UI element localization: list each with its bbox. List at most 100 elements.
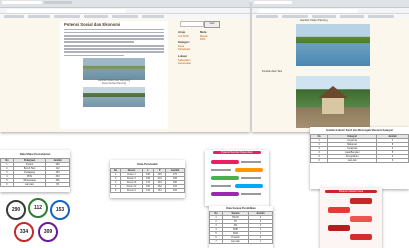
gazebo-base bbox=[322, 98, 344, 114]
bookmark[interactable] bbox=[142, 15, 164, 18]
table-title: Data Penduduk bbox=[137, 162, 158, 166]
stat-circle: 112 bbox=[28, 198, 48, 218]
industry-table: No Kategori Jumlah 1 Anyaman 4 2 Makanan 8 3 Keraj… bbox=[310, 134, 409, 163]
sidebar-section: Arsip Juli 2019 bbox=[178, 30, 218, 39]
infographic-text-line bbox=[211, 169, 231, 171]
infographic-ribbon bbox=[211, 176, 239, 180]
sidebar-link[interactable]: Kecamatan bbox=[178, 62, 218, 66]
bookmark[interactable] bbox=[368, 15, 394, 18]
table-cell: Lain-lain bbox=[12, 182, 47, 187]
right-browser-window: Gambar Kolam Pancing Pondok Akar Tani bbox=[252, 0, 409, 132]
bookmark[interactable] bbox=[84, 15, 108, 18]
infographic-text-line bbox=[241, 177, 261, 179]
sidebar-section: Lokasi Kabupaten Kecamatan bbox=[178, 54, 218, 66]
article-paragraph bbox=[64, 28, 164, 43]
population-table-card: Data Penduduk No Dusun L P Jumlah 1 Dusun I 230… bbox=[110, 160, 185, 198]
infographic-title: Potensi Industri Kecil bbox=[325, 190, 377, 193]
table-row: 5 Dusun V 143 151 294 bbox=[110, 188, 185, 193]
education-table: No Sarana Jumlah 1 PAUD 2 2 TK 3 3 SD 4 4 SMP 1 5 SMA 1 6 P… bbox=[209, 211, 273, 244]
bookmark[interactable] bbox=[340, 15, 364, 18]
table-cell: 294 bbox=[165, 188, 185, 193]
table-cell: 1 bbox=[247, 239, 273, 244]
infographic-chip bbox=[350, 234, 372, 240]
table-cell: 95 bbox=[45, 182, 70, 187]
gazebo-photo bbox=[296, 76, 370, 128]
bookmark[interactable] bbox=[54, 15, 80, 18]
search-field[interactable] bbox=[180, 21, 204, 27]
table-cell: 6 bbox=[376, 158, 409, 163]
pond-photo bbox=[83, 58, 145, 81]
sidebar-section: Kategori Desa Pariwisata bbox=[178, 41, 218, 52]
table-cell: 151 bbox=[153, 188, 166, 193]
article: Potensi Sosial dan Ekonomi Gambar Kolam … bbox=[60, 21, 168, 129]
infographic-ribbon bbox=[235, 184, 263, 188]
bookmark[interactable] bbox=[282, 15, 308, 18]
sidebar-link[interactable]: Juli 2019 bbox=[178, 35, 218, 39]
table-row: 6 Lain-lain 95 bbox=[0, 182, 70, 187]
table-cell: 7 bbox=[209, 239, 224, 244]
article-title: Potensi Sosial dan Ekonomi bbox=[64, 22, 121, 27]
table-title: Data Mata Pencaharian bbox=[19, 152, 51, 156]
browser-tab[interactable] bbox=[2, 1, 42, 4]
photo-label: Gambar Kolam Pancing bbox=[300, 19, 328, 22]
table-cell: Lain-lain bbox=[327, 158, 378, 163]
table-cell: 5 bbox=[110, 188, 122, 193]
stat-circle: 334 bbox=[14, 222, 34, 242]
sidebar-link[interactable]: Pariwisata bbox=[178, 48, 218, 52]
infographic-ribbon bbox=[211, 160, 239, 164]
infographic-title: Potensi Sumber Daya Alam bbox=[213, 151, 261, 154]
sidebar-section: Meta Masuk RSS bbox=[200, 30, 208, 42]
infographic-text-line bbox=[241, 161, 261, 163]
stat-circle: 153 bbox=[50, 200, 70, 220]
table-row: 7 Lain-lain 1 bbox=[209, 239, 273, 244]
infographic-chip bbox=[350, 198, 372, 204]
bookmark[interactable] bbox=[256, 15, 278, 18]
livelihood-table: No Pekerjaan Jumlah 1 Petani 290 2 Buruh Tani 11… bbox=[0, 158, 70, 187]
fishing-pond-photo bbox=[296, 24, 370, 66]
table-cell: 6 bbox=[0, 182, 14, 187]
natural-resources-infographic: Potensi Sumber Daya Alam bbox=[205, 150, 269, 206]
search-button[interactable]: Cari bbox=[204, 21, 220, 28]
browser-tab-strip bbox=[252, 0, 409, 8]
photo-label: Pondok Akar Tani bbox=[262, 70, 283, 73]
table-title: Jumlah Industri Kecil dan Menengah Menur… bbox=[325, 129, 394, 132]
table-cell: 6 bbox=[310, 158, 329, 163]
sidebar-sections: Arsip Juli 2019 Kategori Desa Pariwisata… bbox=[178, 30, 218, 69]
bookmark[interactable] bbox=[112, 15, 138, 18]
circle-infographic: 290 112 153 334 309 bbox=[0, 192, 80, 248]
lake-photo bbox=[83, 86, 145, 107]
population-table: No Dusun L P Jumlah 1 Dusun I 230 245 475 2 Dusun I… bbox=[110, 168, 185, 193]
article-paragraph bbox=[64, 44, 164, 57]
infographic-chip bbox=[328, 207, 350, 213]
gazebo-roof bbox=[318, 86, 348, 98]
infographic-text-line bbox=[211, 185, 231, 187]
browser-tab[interactable] bbox=[254, 1, 292, 4]
infographic-ribbon bbox=[235, 168, 263, 172]
industry-infographic: Potensi Industri Kecil bbox=[320, 188, 382, 248]
infographic-chip bbox=[350, 216, 372, 222]
livelihood-table-card: Data Mata Pencaharian No Pekerjaan Jumlah 1… bbox=[0, 150, 70, 192]
table-cell: Dusun V bbox=[120, 188, 143, 193]
sidebar-link[interactable]: RSS bbox=[200, 38, 208, 42]
address-bar[interactable] bbox=[6, 8, 126, 13]
table-row: 6 Lain-lain 6 bbox=[310, 158, 409, 163]
stat-circle: 290 bbox=[6, 200, 26, 220]
infographic-text-line bbox=[241, 193, 261, 195]
table-cell: 143 bbox=[141, 188, 155, 193]
page-body: Gambar Kolam Pancing Pondok Akar Tani bbox=[252, 19, 409, 132]
table-cell: Lain-lain bbox=[222, 239, 249, 244]
table-title: Data Sarana Pendidikan bbox=[226, 207, 256, 210]
bookmark[interactable] bbox=[28, 15, 50, 18]
stat-circle: 309 bbox=[38, 222, 58, 242]
address-bar[interactable] bbox=[258, 8, 358, 13]
infographic-chip bbox=[328, 225, 350, 231]
browser-tab[interactable] bbox=[44, 1, 72, 4]
bookmark[interactable] bbox=[312, 15, 336, 18]
bookmark[interactable] bbox=[4, 15, 24, 18]
infographic-ribbon bbox=[211, 192, 239, 196]
industry-table-card: Jumlah Industri Kecil dan Menengah Menur… bbox=[310, 127, 409, 189]
photo-caption: Gambar Kolam Ikan Kampung Desa Sumber Pa… bbox=[97, 79, 131, 85]
left-browser-window: Potensi Sosial dan Ekonomi Gambar Kolam … bbox=[0, 0, 250, 132]
education-table-card: Data Sarana Pendidikan No Sarana Jumlah 1 PA… bbox=[209, 206, 273, 248]
page-body: Potensi Sosial dan Ekonomi Gambar Kolam … bbox=[0, 19, 250, 132]
